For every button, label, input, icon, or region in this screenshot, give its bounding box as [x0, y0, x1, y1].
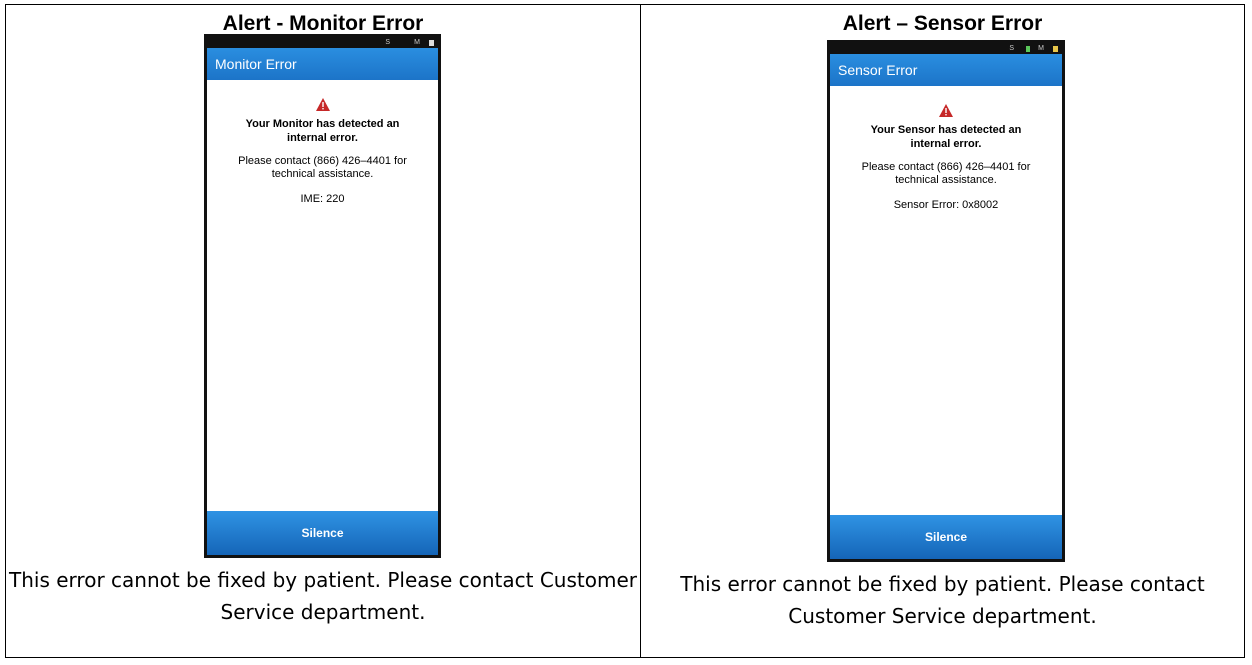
panel-sensor-error: Alert – Sensor Error S M Sensor Error Yo… [641, 4, 1244, 658]
error-body: Please contact (866) 426–4401 for techni… [861, 161, 1031, 186]
app-bar-title: Monitor Error [207, 48, 438, 80]
error-message: Your Sensor has detected an internal err… [830, 104, 1062, 212]
battery-icon [429, 40, 434, 46]
signal-icon [1026, 46, 1030, 52]
status-indicator-s: S [385, 39, 390, 46]
warning-triangle-icon [939, 104, 953, 117]
status-indicator-m: M [1038, 45, 1044, 52]
error-message: Your Monitor has detected an internal er… [207, 98, 438, 206]
panel-monitor-error: Alert - Monitor Error S M Monitor Error … [6, 4, 640, 658]
panel-caption: This error cannot be fixed by patient. P… [680, 572, 1205, 628]
error-body: Please contact (866) 426–4401 for techni… [238, 155, 407, 180]
battery-icon [1053, 46, 1058, 52]
silence-button[interactable]: Silence [830, 515, 1062, 559]
error-heading: Your Monitor has detected an internal er… [245, 118, 400, 144]
warning-triangle-icon [315, 98, 330, 111]
panel-title: Alert - Monitor Error [222, 12, 424, 35]
error-code: IME: 220 [300, 193, 345, 205]
error-code: Sensor Error: 0x8002 [893, 199, 999, 211]
panel-caption: This error cannot be fixed by patient. P… [9, 568, 637, 624]
status-indicator-s: S [1009, 45, 1014, 52]
status-bar: S M [207, 38, 438, 48]
silence-button[interactable]: Silence [207, 511, 438, 555]
phone-screenshot: S M Monitor Error Your Monitor has detec… [204, 34, 441, 558]
status-bar: S M [830, 44, 1062, 54]
phone-screenshot: S M Sensor Error Your Sensor has detecte… [827, 40, 1065, 562]
app-bar-title: Sensor Error [830, 54, 1062, 86]
error-heading: Your Sensor has detected an internal err… [870, 124, 1022, 150]
panel-title: Alert – Sensor Error [842, 12, 1043, 35]
status-indicator-m: M [414, 39, 420, 46]
